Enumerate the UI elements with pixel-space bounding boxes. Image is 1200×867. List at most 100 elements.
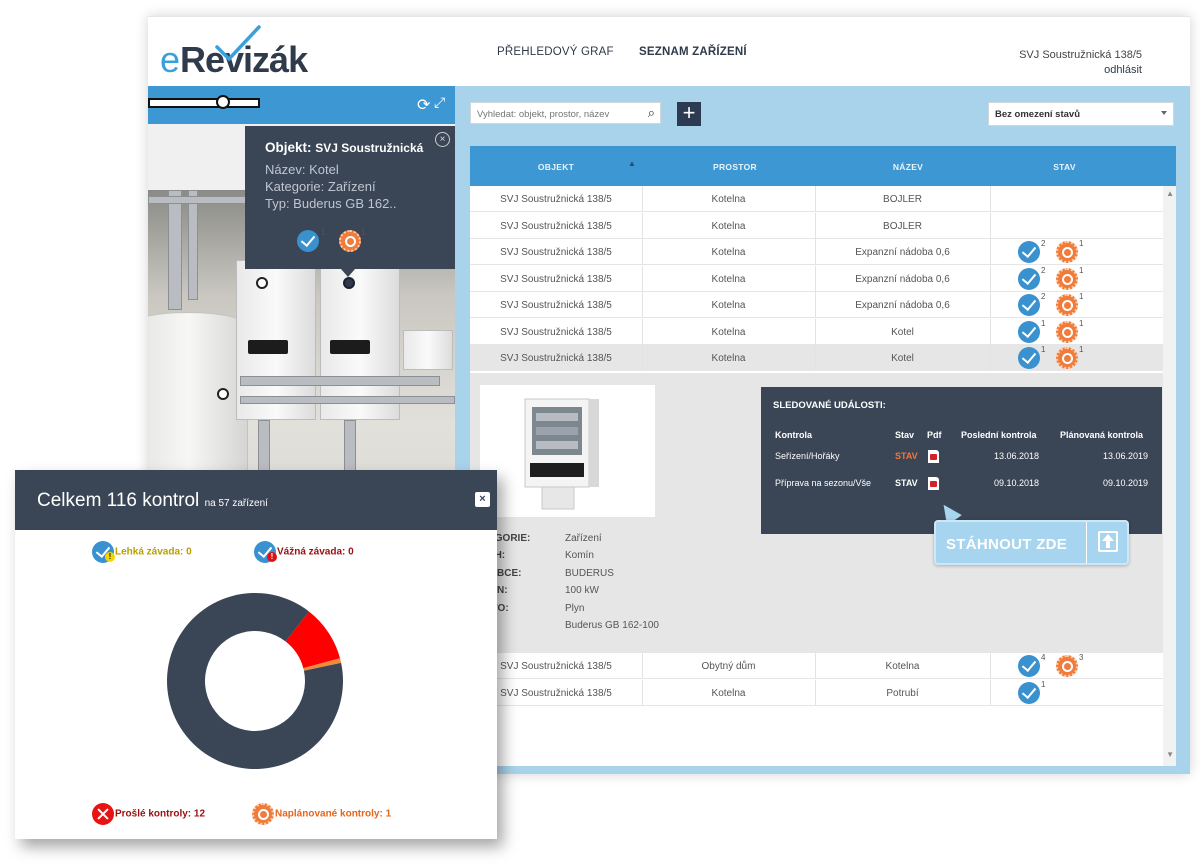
gear-icon[interactable] bbox=[1056, 267, 1078, 290]
state-filter-select[interactable]: Bez omezení stavů bbox=[988, 102, 1174, 126]
cell-nazev: Potrubí bbox=[886, 688, 919, 699]
table-scrollbar[interactable] bbox=[1163, 186, 1176, 766]
alert-badge: ! bbox=[267, 552, 277, 562]
gear-icon[interactable] bbox=[1056, 347, 1078, 369]
cell-prostor: Obytný dům bbox=[701, 661, 756, 672]
cell-objekt: SVJ Soustružnická 138/5 bbox=[500, 220, 612, 232]
check-icon[interactable] bbox=[1018, 241, 1040, 263]
table-row[interactable]: SVJ Soustružnická 138/5 Kotelna BOJLER bbox=[470, 212, 1163, 239]
zoom-slider-track[interactable] bbox=[148, 98, 260, 108]
cell-divider bbox=[990, 653, 991, 679]
events-title: SLEDOVANÉ UDÁLOSTI: bbox=[773, 400, 886, 411]
gear-icon[interactable] bbox=[1056, 320, 1078, 343]
stats-total: Celkem 116 kontrol bbox=[37, 490, 200, 511]
product-image bbox=[480, 385, 655, 517]
controls-donut-chart bbox=[166, 593, 343, 769]
cell-objekt: SVJ Soustružnická 138/5 bbox=[500, 300, 612, 311]
legend-light-label: Lehká závada: 0 bbox=[115, 546, 192, 558]
close-icon[interactable]: × bbox=[475, 492, 490, 507]
table-row[interactable]: SVJ Soustružnická 138/5 Kotelna Expanzní n… bbox=[470, 265, 1163, 292]
check-icon[interactable] bbox=[1018, 267, 1040, 290]
column-header-prostor[interactable]: PROSTOR bbox=[642, 162, 828, 172]
add-device-button[interactable]: + bbox=[677, 102, 701, 126]
table-header: OBJEKT ▲ PROSTOR NÁZEV STAV bbox=[470, 146, 1176, 186]
cell-nazev: Expanzní nádoba 0,6 bbox=[855, 247, 950, 258]
column-header-objekt[interactable]: OBJEKT bbox=[470, 162, 642, 172]
cell-nazev: BOJLER bbox=[883, 194, 922, 205]
popup-arrow bbox=[341, 269, 355, 277]
check-icon[interactable] bbox=[1018, 347, 1040, 369]
check-icon[interactable] bbox=[297, 230, 319, 252]
table-row[interactable]: SVJ Soustružnická 138/5 Kotelna Kotel 1 1 bbox=[470, 318, 1163, 345]
event-stav-link[interactable]: STAV bbox=[895, 478, 918, 488]
table-row[interactable]: SVJ Soustružnická 138/5 Obytný dům Kotelna… bbox=[470, 653, 1163, 679]
pdf-icon[interactable] bbox=[928, 477, 939, 490]
cell-stav: 43 bbox=[1018, 653, 1083, 677]
device-marker-selected[interactable] bbox=[343, 277, 355, 289]
table-row[interactable]: SVJ Soustružnická 138/5 Kotelna Expanzní n… bbox=[470, 292, 1163, 318]
popup-category: Kategorie: Zařízení bbox=[265, 179, 376, 194]
table-row[interactable]: SVJ Soustružnická 138/5 Kotelna Kotel 1 1 bbox=[470, 345, 1163, 371]
gear-icon[interactable] bbox=[1056, 241, 1078, 263]
gear-icon[interactable] bbox=[1056, 655, 1078, 677]
zoom-slider-handle[interactable] bbox=[216, 95, 230, 109]
event-last-check: 09.10.2018 bbox=[994, 478, 1040, 488]
check-icon[interactable] bbox=[1018, 320, 1040, 343]
gear-icon bbox=[252, 803, 274, 825]
table-row[interactable]: SVJ Soustružnická 138/5 Kotelna Potrubí 1 bbox=[470, 680, 1163, 706]
top-bar: e Revizák PŘEHLEDOVÝ GRAF SEZNAM ZAŘÍZEN… bbox=[148, 16, 1190, 86]
event-planned-check: 09.10.2019 bbox=[1103, 478, 1149, 488]
nav-device-list[interactable]: SEZNAM ZAŘÍZENÍ bbox=[639, 46, 747, 58]
close-circle-icon bbox=[92, 803, 114, 825]
device-marker[interactable] bbox=[217, 388, 229, 400]
gear-icon[interactable] bbox=[1056, 294, 1078, 316]
popup-status-icons: 1 1 bbox=[297, 228, 365, 252]
cell-prostor: Kotelna bbox=[711, 688, 746, 699]
cell-prostor: Kotelna bbox=[711, 353, 746, 364]
pdf-icon[interactable] bbox=[928, 450, 939, 463]
legend-planned: Naplánované kontroly: 1 bbox=[252, 803, 391, 825]
check-icon[interactable] bbox=[1018, 682, 1040, 704]
info-value: Komín bbox=[565, 550, 594, 562]
cell-prostor: Kotelna bbox=[711, 326, 746, 338]
expand-icon[interactable]: ⤢ bbox=[434, 94, 445, 111]
pipe bbox=[240, 376, 440, 386]
search-icon[interactable]: ⌕ bbox=[648, 105, 655, 121]
table-row[interactable]: SVJ Soustružnická 138/5 Kotelna BOJLER bbox=[470, 186, 1163, 212]
gear-icon[interactable] bbox=[338, 230, 361, 252]
scroll-down-icon[interactable]: ▼ bbox=[1166, 750, 1174, 759]
check-icon: ! bbox=[254, 541, 277, 563]
cell-stav: 11 bbox=[1018, 319, 1083, 343]
sort-asc-icon[interactable]: ▲ bbox=[628, 159, 636, 168]
search-box: ⌕ bbox=[470, 102, 661, 124]
check-count: 4 bbox=[1041, 653, 1046, 662]
device-table: OBJEKT ▲ PROSTOR NÁZEV STAV SVJ Soustruž… bbox=[470, 146, 1176, 766]
logout-link[interactable]: odhlásit bbox=[1019, 63, 1142, 78]
map-toolbar: ⟳ ⤢ bbox=[148, 86, 455, 124]
check-count: 2 bbox=[1041, 292, 1046, 301]
column-header-nazev[interactable]: NÁZEV bbox=[828, 162, 988, 172]
nav-overview-chart[interactable]: PŘEHLEDOVÝ GRAF bbox=[497, 46, 614, 58]
device-detail: TEGORIE:ZařízeníTAH:KomínROBCE:BUDERUSKO… bbox=[470, 373, 1163, 653]
logo[interactable]: e Revizák bbox=[160, 25, 330, 81]
scroll-up-icon[interactable]: ▲ bbox=[1166, 189, 1174, 198]
plan-count: 1 bbox=[1079, 265, 1084, 275]
download-callout[interactable]: STÁHNOUT ZDE bbox=[934, 520, 1129, 565]
check-icon[interactable] bbox=[1018, 655, 1040, 677]
device-marker[interactable] bbox=[256, 277, 268, 289]
plan-count: 3 bbox=[1079, 653, 1084, 662]
event-stav-link[interactable]: STAV bbox=[895, 451, 918, 461]
events-header-pdf: Pdf bbox=[927, 430, 942, 440]
info-value: 100 kW bbox=[565, 585, 599, 597]
popup-close-icon[interactable]: × bbox=[435, 132, 450, 147]
popup-title: Objekt: SVJ Soustružnická bbox=[265, 140, 455, 155]
table-row[interactable]: SVJ Soustružnická 138/5 Kotelna Expanzní n… bbox=[470, 239, 1163, 265]
search-input[interactable] bbox=[477, 107, 635, 121]
check-icon[interactable] bbox=[1018, 294, 1040, 316]
events-header-kontrola: Kontrola bbox=[775, 430, 812, 440]
state-filter-value: Bez omezení stavů bbox=[995, 109, 1080, 120]
column-header-stav[interactable]: STAV bbox=[988, 162, 1141, 172]
info-value: Buderus GB 162-100 bbox=[565, 620, 659, 631]
cell-stav: 1 bbox=[1018, 680, 1045, 704]
refresh-icon[interactable]: ⟳ bbox=[417, 95, 430, 115]
